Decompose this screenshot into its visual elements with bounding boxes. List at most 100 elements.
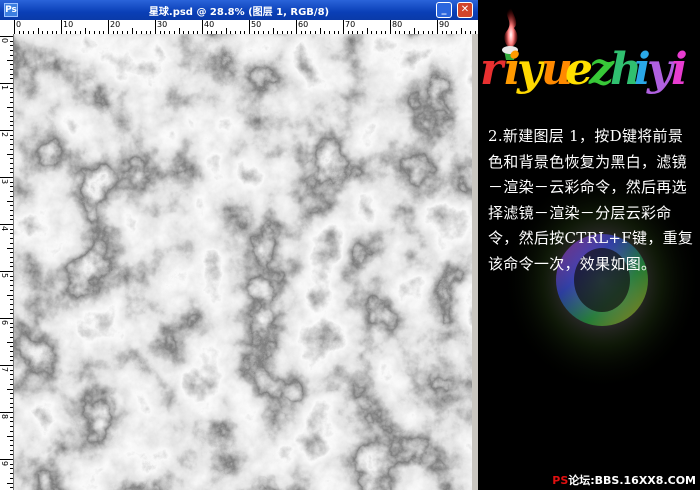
ruler-label: 50 [251,20,262,29]
clouds-render-image [14,34,472,490]
ruler-tick [10,228,13,230]
ruler-tick [10,73,13,75]
ruler-tick [10,261,13,263]
ruler-tick [10,54,13,56]
ruler-label: 8 [0,414,9,420]
ruler-tick [10,473,13,475]
horizontal-ruler[interactable]: 0 10 20 30 40 50 60 70 80 90 [9,20,478,35]
ruler-tick [10,454,13,456]
ruler-tick [108,20,109,34]
ruler-tick [10,275,13,277]
ruler-tick [10,416,13,418]
ruler-label: 40 [204,20,215,29]
ruler-tick [10,379,13,381]
ruler-label: 90 [439,20,450,29]
ruler-tick [10,50,13,52]
ruler-tick [0,177,13,178]
ruler-tick [7,153,13,155]
tutorial-panel: riyuezhiyi 2.新建图层 1，按D键将前景色和背景色恢复为黑白，滤镜－… [478,0,700,490]
ruler-tick [0,459,13,460]
ruler-label: 20 [110,20,121,29]
ruler-tick [0,36,13,37]
ruler-label: 7 [0,367,9,373]
ruler-tick [10,78,13,80]
ruler-tick [10,167,13,169]
ruler-tick [10,327,13,329]
ruler-tick [10,430,13,432]
ruler-tick [10,214,13,216]
ruler-tick [10,407,13,409]
ruler-tick [10,111,13,113]
photoshop-document-window: Ps 星球.psd @ 28.8% (图层 1, RGB/8) _ ✕ 0 10 2… [0,0,478,490]
ruler-tick [10,191,13,193]
logo-letter: r [480,44,506,95]
ruler-tick [10,40,13,42]
ruler-tick [10,256,13,258]
ruler-tick [10,172,13,174]
ruler-tick [10,139,13,141]
ruler-tick [10,355,13,357]
ruler-tick [7,106,13,108]
ruler-tick [61,20,62,34]
minimize-button[interactable]: _ [436,2,452,18]
window-titlebar[interactable]: Ps 星球.psd @ 28.8% (图层 1, RGB/8) _ ✕ [0,0,478,20]
ruler-tick [10,266,13,268]
ruler-tick [10,350,13,352]
tutorial-instruction-text: 2.新建图层 1，按D键将前景色和背景色恢复为黑白，滤镜－渲染－云彩命令，然后再… [488,127,694,273]
ruler-tick [296,20,297,34]
ruler-tick [10,97,13,99]
ruler-tick [10,303,13,305]
ruler-tick [0,271,13,272]
ruler-tick [10,383,13,385]
ruler-tick [0,224,13,225]
ruler-tick [390,20,391,34]
ruler-tick [249,20,250,34]
ruler-tick [10,440,13,442]
ruler-tick [10,402,13,404]
ruler-tick [10,162,13,164]
ruler-tick [10,374,13,376]
forum-watermark: PS论坛:BBS.16XX8.COM [552,472,696,488]
ruler-label: 30 [157,20,168,29]
ruler-label: 9 [0,461,9,467]
ruler-tick [10,397,13,399]
ruler-tick [437,20,438,34]
ruler-tick [10,233,13,235]
ruler-tick [0,130,13,131]
ruler-tick [10,148,13,150]
ruler-tick [14,20,15,34]
ruler-label: 0 [16,20,22,29]
ruler-tick [10,238,13,240]
ruler-tick [343,20,344,34]
ruler-tick [0,318,13,319]
ruler-tick [10,120,13,122]
close-button[interactable]: ✕ [457,2,473,18]
ruler-tick [7,435,13,437]
ruler-tick [10,393,13,395]
ruler-tick [10,186,13,188]
ruler-corner[interactable] [0,20,9,34]
ruler-tick [10,209,13,211]
ps-label: PS [552,474,569,487]
window-title: 星球.psd @ 28.8% (图层 1, RGB/8) [148,7,330,18]
ruler-label: 70 [345,20,356,29]
ruler-tick [10,322,13,324]
ruler-tick [202,20,203,34]
vertical-ruler[interactable]: 0 1 2 3 4 5 6 7 8 9 [0,34,14,490]
ruler-tick [7,247,13,249]
ruler-tick [7,482,13,484]
ruler-tick [0,83,13,84]
ruler-tick [10,219,13,221]
ruler-tick [155,20,156,34]
ruler-label: 10 [63,20,74,29]
ruler-tick [10,92,13,94]
ruler-tick [0,412,13,413]
ruler-tick [10,313,13,315]
ruler-tick [10,101,13,103]
document-canvas[interactable] [14,34,472,490]
ruler-tick [10,426,13,428]
ruler-tick [0,365,13,366]
ruler-tick [7,341,13,343]
ruler-tick [10,64,13,66]
ruler-tick [10,144,13,146]
